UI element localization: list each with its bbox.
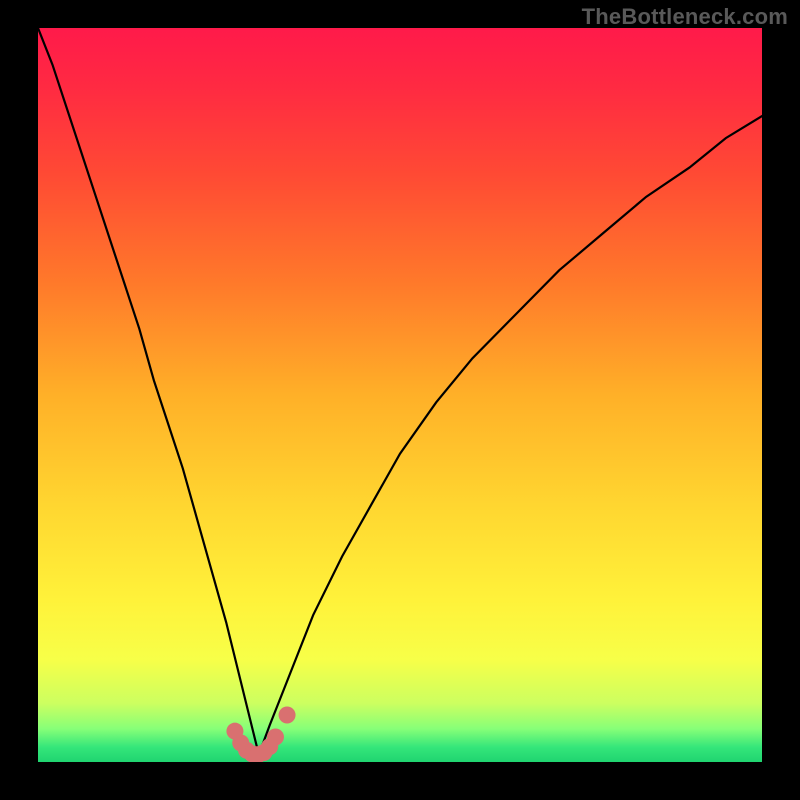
chart-stage: TheBottleneck.com: [0, 0, 800, 800]
marker-dot: [267, 729, 284, 746]
bottleneck-chart-svg: [38, 28, 762, 762]
plot-area: [38, 28, 762, 762]
marker-dot: [279, 707, 296, 724]
watermark-text: TheBottleneck.com: [582, 4, 788, 30]
gradient-background: [38, 28, 762, 762]
